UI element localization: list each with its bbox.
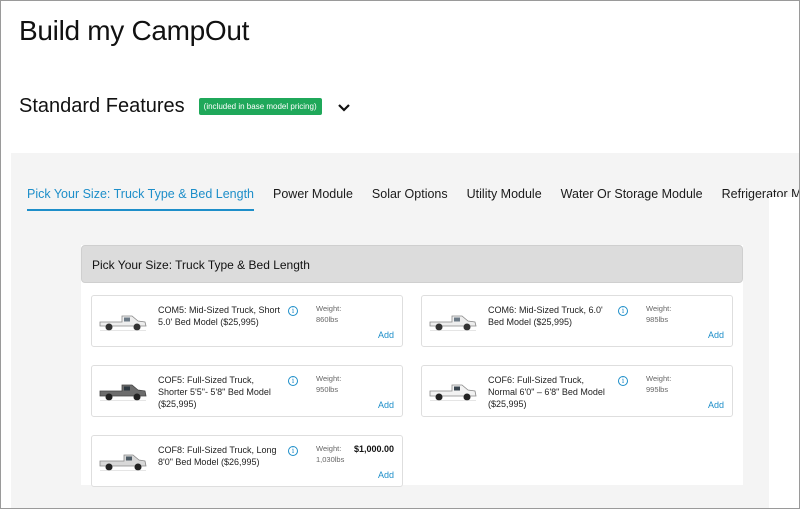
truck-icon: [98, 450, 148, 474]
option-card-com6: COM6: Mid-Sized Truck, 6.0' Bed Model ($…: [421, 295, 733, 347]
option-name: COF6: Full-Sized Truck, Normal 6'0" – 6'…: [488, 375, 605, 409]
weight-value: 1,030lbs: [316, 455, 345, 464]
section-header: Pick Your Size: Truck Type & Bed Length: [81, 245, 743, 283]
tab-water-storage-module[interactable]: Water Or Storage Module: [561, 187, 703, 211]
truck-icon: [98, 380, 148, 404]
weight-value: 985lbs: [646, 315, 669, 324]
option-name: COM6: Mid-Sized Truck, 6.0' Bed Model ($…: [488, 305, 603, 327]
weight-label: Weight:: [316, 374, 342, 383]
option-price: $1,000.00: [353, 444, 394, 454]
weight-label: Weight:: [316, 444, 342, 453]
option-card-com5: COM5: Mid-Sized Truck, Short 5.0' Bed Mo…: [91, 295, 403, 347]
tab-utility-module[interactable]: Utility Module: [467, 187, 542, 211]
info-icon[interactable]: i: [618, 376, 628, 386]
option-name: COF5: Full-Sized Truck, Shorter 5'5"- 5'…: [158, 375, 271, 409]
section-title: Pick Your Size: Truck Type & Bed Length: [92, 258, 310, 272]
option-card-cof6: COF6: Full-Sized Truck, Normal 6'0" – 6'…: [421, 365, 733, 417]
tab-pick-your-size[interactable]: Pick Your Size: Truck Type & Bed Length: [27, 187, 254, 211]
add-button[interactable]: Add: [378, 400, 394, 410]
module-tabs: Pick Your Size: Truck Type & Bed Length …: [27, 187, 799, 211]
add-button[interactable]: Add: [708, 400, 724, 410]
standard-features-title: Standard Features: [19, 95, 185, 117]
add-button[interactable]: Add: [378, 330, 394, 340]
configurator-panel: Pick Your Size: Truck Type & Bed Length …: [11, 153, 799, 508]
tab-power-module[interactable]: Power Module: [273, 187, 353, 211]
tab-solar-options[interactable]: Solar Options: [372, 187, 448, 211]
weight-value: 860lbs: [316, 315, 339, 324]
pricing-badge: (included in base model pricing): [198, 98, 322, 115]
truck-icon: [428, 310, 478, 334]
info-icon[interactable]: i: [288, 446, 298, 456]
chevron-down-icon[interactable]: [336, 101, 352, 113]
option-name: COM5: Mid-Sized Truck, Short 5.0' Bed Mo…: [158, 305, 281, 327]
size-section: Pick Your Size: Truck Type & Bed Length …: [81, 245, 743, 487]
option-card-cof8: COF8: Full-Sized Truck, Long 8'0" Bed Mo…: [91, 435, 403, 487]
weight-value: 995lbs: [646, 385, 669, 394]
info-icon[interactable]: i: [288, 306, 298, 316]
info-icon[interactable]: i: [618, 306, 628, 316]
truck-icon: [428, 380, 478, 404]
standard-features-row: Standard Features (included in base mode…: [19, 95, 352, 118]
weight-label: Weight:: [316, 304, 342, 313]
info-icon[interactable]: i: [288, 376, 298, 386]
add-button[interactable]: Add: [378, 470, 394, 480]
weight-label: Weight:: [646, 374, 672, 383]
option-name: COF8: Full-Sized Truck, Long 8'0" Bed Mo…: [158, 445, 277, 467]
page-title: Build my CampOut: [19, 15, 250, 46]
weight-value: 950lbs: [316, 385, 339, 394]
app-frame: Build my CampOut Standard Features (incl…: [0, 0, 800, 509]
truck-icon: [98, 310, 148, 334]
add-button[interactable]: Add: [708, 330, 724, 340]
page-edge: [769, 197, 799, 508]
weight-label: Weight:: [646, 304, 672, 313]
option-card-cof5: COF5: Full-Sized Truck, Shorter 5'5"- 5'…: [91, 365, 403, 417]
